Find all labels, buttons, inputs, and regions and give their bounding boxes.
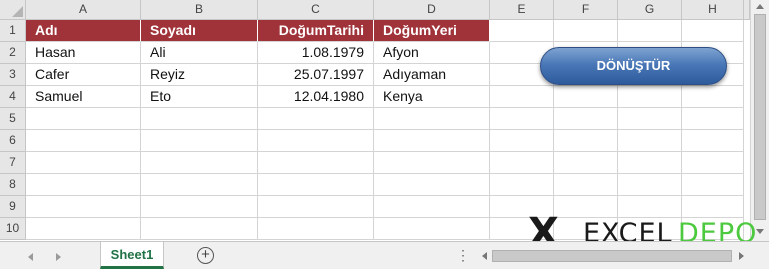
cell-g5[interactable] [618,108,682,130]
row-header-8[interactable]: 8 [0,174,26,196]
cell-a6[interactable] [26,130,141,152]
cell-b5[interactable] [141,108,258,130]
sheet-prev-icon[interactable] [28,253,33,261]
cell-a3[interactable]: Cafer [26,64,141,86]
row-header-1[interactable]: 1 [0,20,26,42]
vertical-scrollbar[interactable] [750,0,769,241]
row-header-7[interactable]: 7 [0,152,26,174]
cell-c9[interactable] [258,196,374,218]
cell-b6[interactable] [141,130,258,152]
cell-g4[interactable] [618,86,682,108]
cell-a7[interactable] [26,152,141,174]
row-header-5[interactable]: 5 [0,108,26,130]
column-header-f[interactable]: F [554,0,618,20]
cell-g6[interactable] [618,130,682,152]
cell-b2[interactable]: Ali [141,42,258,64]
cell-b8[interactable] [141,174,258,196]
sheet-next-icon[interactable] [56,253,61,261]
more-options-icon[interactable]: ⋮ [456,246,470,264]
cell-d10[interactable] [374,218,490,240]
cell-d8[interactable] [374,174,490,196]
cell-b10[interactable] [141,218,258,240]
column-header-c[interactable]: C [258,0,374,20]
cell-c10[interactable] [258,218,374,240]
column-header-g[interactable]: G [618,0,682,20]
sheet-tab-sheet1[interactable]: Sheet1 [100,242,164,269]
cell-a1[interactable]: Adı [26,20,141,42]
spreadsheet-grid[interactable]: A B C D E F G H 1 2 3 4 5 6 7 8 9 10 Adı… [0,0,750,241]
cell-a9[interactable] [26,196,141,218]
cell-c4[interactable]: 12.04.1980 [258,86,374,108]
cell-a2[interactable]: Hasan [26,42,141,64]
cell-d7[interactable] [374,152,490,174]
vertical-scroll-thumb[interactable] [754,14,766,220]
sheet-tab-bar: Sheet1 + ⋮ [0,241,769,269]
cell-f7[interactable] [554,152,618,174]
cell-g1[interactable] [618,20,682,42]
cell-b1[interactable]: Soyadı [141,20,258,42]
cell-b3[interactable]: Reyiz [141,64,258,86]
row-header-3[interactable]: 3 [0,64,26,86]
cell-h6[interactable] [682,130,744,152]
cell-b4[interactable]: Eto [141,86,258,108]
column-header-a[interactable]: A [26,0,141,20]
cell-h4[interactable] [682,86,744,108]
cell-f4[interactable] [554,86,618,108]
cell-d3[interactable]: Adıyaman [374,64,490,86]
cell-d6[interactable] [374,130,490,152]
cell-d9[interactable] [374,196,490,218]
add-sheet-icon[interactable]: + [197,247,214,264]
scroll-left-icon[interactable] [482,252,487,260]
row-header-10[interactable]: 10 [0,218,26,240]
horizontal-scroll-thumb[interactable] [492,250,732,262]
cell-f5[interactable] [554,108,618,130]
cell-c6[interactable] [258,130,374,152]
cell-d5[interactable] [374,108,490,130]
scroll-up-icon[interactable] [756,4,764,9]
cell-h5[interactable] [682,108,744,130]
cell-c7[interactable] [258,152,374,174]
cell-g8[interactable] [618,174,682,196]
select-all-corner[interactable] [0,0,26,20]
cell-b7[interactable] [141,152,258,174]
cell-e7[interactable] [490,152,554,174]
cell-e8[interactable] [490,174,554,196]
column-header-b[interactable]: B [141,0,258,20]
horizontal-scrollbar[interactable] [478,248,750,264]
row-header-2[interactable]: 2 [0,42,26,64]
row-header-9[interactable]: 9 [0,196,26,218]
column-header-h[interactable]: H [682,0,744,20]
cell-c1[interactable]: DoğumTarihi [258,20,374,42]
cell-b9[interactable] [141,196,258,218]
row-header-6[interactable]: 6 [0,130,26,152]
cell-e1[interactable] [490,20,554,42]
cell-d1[interactable]: DoğumYeri [374,20,490,42]
cell-a4[interactable]: Samuel [26,86,141,108]
cell-g7[interactable] [618,152,682,174]
cell-a10[interactable] [26,218,141,240]
cell-h1[interactable] [682,20,744,42]
cell-f8[interactable] [554,174,618,196]
select-all-triangle-icon [12,6,23,17]
cell-h8[interactable] [682,174,744,196]
row-header-4[interactable]: 4 [0,86,26,108]
column-header-e[interactable]: E [490,0,554,20]
cell-c8[interactable] [258,174,374,196]
column-header-d[interactable]: D [374,0,490,20]
cell-f6[interactable] [554,130,618,152]
cell-f1[interactable] [554,20,618,42]
cell-a5[interactable] [26,108,141,130]
cell-e4[interactable] [490,86,554,108]
cell-d4[interactable]: Kenya [374,86,490,108]
cell-d2[interactable]: Afyon [374,42,490,64]
cell-e6[interactable] [490,130,554,152]
cell-c3[interactable]: 25.07.1997 [258,64,374,86]
cell-e5[interactable] [490,108,554,130]
cell-c2[interactable]: 1.08.1979 [258,42,374,64]
donustur-button[interactable]: DÖNÜŞTÜR [540,47,727,85]
cell-h7[interactable] [682,152,744,174]
scroll-right-icon[interactable] [739,252,744,260]
cell-a8[interactable] [26,174,141,196]
cell-c5[interactable] [258,108,374,130]
